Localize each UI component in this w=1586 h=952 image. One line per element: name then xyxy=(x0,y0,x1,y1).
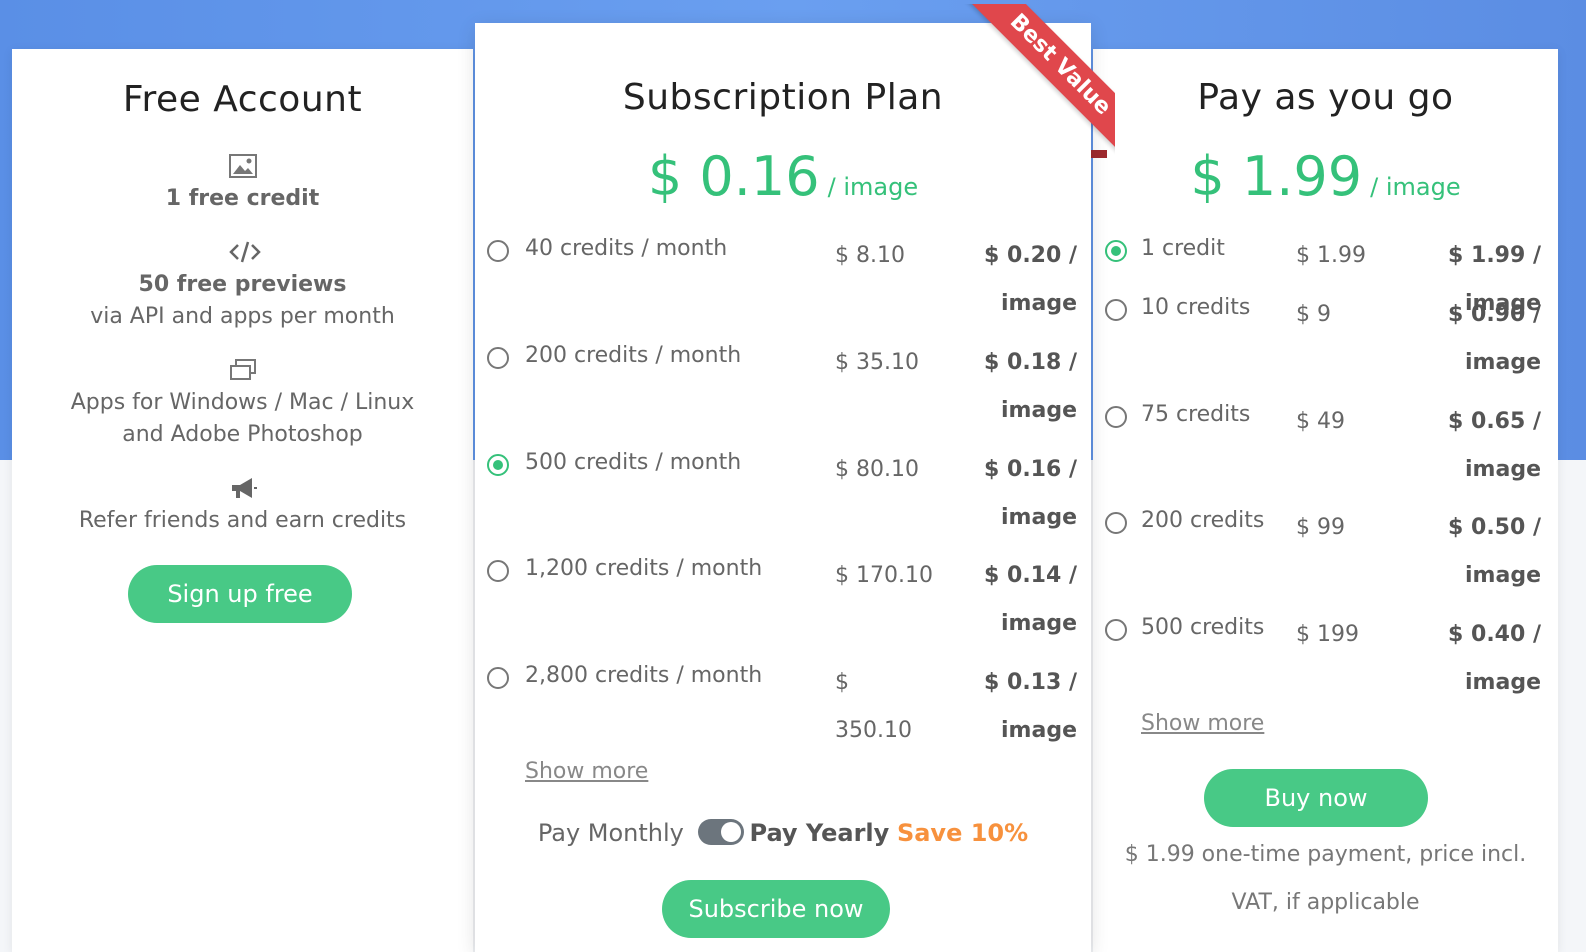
radio-button[interactable] xyxy=(1105,299,1127,321)
credit-per-image: $ 0.90 /image xyxy=(1448,302,1541,375)
billing-toggle[interactable] xyxy=(697,819,744,845)
windows-icon xyxy=(228,357,258,383)
megaphone-icon xyxy=(228,475,258,501)
free-title: Free Account xyxy=(122,79,363,120)
credit-price: $ 99 xyxy=(1296,515,1345,540)
pay-as-you-go-card: Pay as you go $ 1.99/ image 1 credit $ 1… xyxy=(1093,49,1558,952)
credit-per-image: $ 0.50 /image xyxy=(1448,515,1541,588)
payment-note-line1: $ 1.99 one-time payment, price incl. xyxy=(1124,842,1527,867)
plan-label: 40 credits / month xyxy=(525,236,728,261)
credit-per-image: $ 0.65 /image xyxy=(1448,409,1541,482)
radio-button[interactable] xyxy=(1105,406,1127,428)
credit-price: $ 9 xyxy=(1296,302,1331,327)
radio-button-selected[interactable] xyxy=(487,454,509,476)
radio-button-selected[interactable] xyxy=(1105,240,1127,262)
show-more-link[interactable]: Show more xyxy=(525,759,648,784)
plan-price: $ 8.10 xyxy=(835,243,905,268)
feature-free-previews: 50 free previews via API and apps per mo… xyxy=(12,239,473,333)
save-badge: Save 10% xyxy=(896,819,1029,847)
payg-price: $ 1.99/ image xyxy=(1093,145,1558,208)
payg-title: Pay as you go xyxy=(1197,77,1454,118)
plan-label: 2,800 credits / month xyxy=(525,663,763,688)
best-value-ribbon: Best Value xyxy=(955,4,1115,164)
show-more-link[interactable]: Show more xyxy=(1141,711,1264,736)
radio-button[interactable] xyxy=(487,240,509,262)
radio-button[interactable] xyxy=(487,347,509,369)
free-credit-text: 1 free credit xyxy=(165,186,320,211)
plan-per-image: $ 0.18 /image xyxy=(984,350,1077,423)
plan-price: $ 80.10 xyxy=(835,457,919,482)
plan-label: 1,200 credits / month xyxy=(525,556,763,581)
plan-label: 200 credits / month xyxy=(525,343,742,368)
credit-price: $ 199 xyxy=(1296,622,1359,647)
apps-text-line1: Apps for Windows / Mac / Linux xyxy=(70,390,415,415)
radio-button[interactable] xyxy=(1105,512,1127,534)
pay-monthly-label: Pay Monthly xyxy=(537,819,684,847)
free-previews-text: 50 free previews xyxy=(138,272,347,297)
credit-label: 75 credits xyxy=(1141,402,1251,427)
sign-up-free-button[interactable]: Sign up free xyxy=(128,565,352,623)
billing-toggle-row: Pay Monthly Pay Yearly Save 10% xyxy=(475,819,1091,847)
buy-now-button[interactable]: Buy now xyxy=(1204,769,1428,827)
radio-button[interactable] xyxy=(487,667,509,689)
free-account-card: Free Account 1 free credit 50 free previ… xyxy=(12,49,473,952)
feature-free-credit: 1 free credit xyxy=(12,153,473,215)
plan-per-image: $ 0.16 /image xyxy=(984,457,1077,530)
plan-per-image: $ 0.14 /image xyxy=(984,563,1077,636)
feature-apps: Apps for Windows / Mac / Linux and Adobe… xyxy=(12,357,473,451)
credit-label: 500 credits xyxy=(1141,615,1265,640)
payment-note-line2: VAT, if applicable xyxy=(1231,890,1420,915)
radio-button[interactable] xyxy=(1105,619,1127,641)
plan-per-image: $ 0.20 /image xyxy=(984,243,1077,316)
plan-price: $ 35.10 xyxy=(835,350,919,375)
plan-per-image: $ 0.13 /image xyxy=(984,670,1077,743)
plan-price: $ 170.10 xyxy=(835,563,933,588)
apps-text-line2: and Adobe Photoshop xyxy=(122,422,363,447)
payg-price-amount: $ 1.99 xyxy=(1190,145,1363,208)
image-icon xyxy=(228,153,258,179)
credit-label: 200 credits xyxy=(1141,508,1265,533)
feature-refer: Refer friends and earn credits xyxy=(12,475,473,537)
plan-price: $350.10 xyxy=(835,670,912,743)
subscription-price-unit: / image xyxy=(827,173,919,201)
code-icon xyxy=(228,239,261,265)
subscription-price-amount: $ 0.16 xyxy=(647,145,820,208)
payg-price-unit: / image xyxy=(1370,173,1461,201)
credit-label: 10 credits xyxy=(1141,295,1251,320)
ribbon-label: Best Value xyxy=(965,4,1115,160)
subscribe-now-button[interactable]: Subscribe now xyxy=(662,880,890,938)
refer-text: Refer friends and earn credits xyxy=(78,508,407,533)
plan-label: 500 credits / month xyxy=(525,450,742,475)
pay-yearly-label: Pay Yearly xyxy=(749,819,890,847)
credit-price: $ 49 xyxy=(1296,409,1345,434)
credit-label: 1 credit xyxy=(1141,236,1225,261)
radio-button[interactable] xyxy=(487,560,509,582)
payment-note: $ 1.99 one-time payment, price incl. VAT… xyxy=(1093,831,1558,927)
free-previews-subtext: via API and apps per month xyxy=(90,304,395,329)
credit-price: $ 1.99 xyxy=(1296,243,1366,268)
credit-per-image: $ 0.40 /image xyxy=(1448,622,1541,695)
